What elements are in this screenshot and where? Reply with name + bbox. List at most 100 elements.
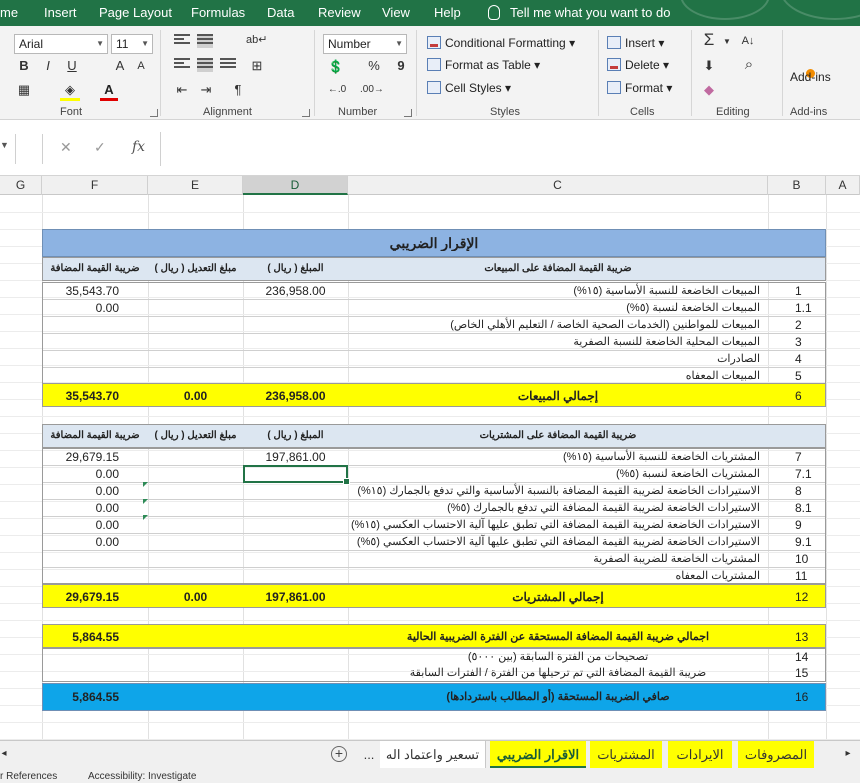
tab-home[interactable]: me bbox=[0, 0, 18, 26]
group-label-number: Number bbox=[338, 106, 378, 118]
error-indicator[interactable] bbox=[143, 515, 148, 520]
tab-help[interactable]: Help bbox=[434, 0, 461, 26]
font-name-value: Arial bbox=[19, 37, 44, 51]
lightbulb-icon bbox=[488, 5, 500, 20]
worksheet-grid[interactable]: الإقرار الضريبي ضريبة القيمة المضافة مبل… bbox=[0, 195, 860, 740]
cancel-icon[interactable]: ✕ bbox=[60, 139, 72, 156]
tab-view[interactable]: View bbox=[382, 0, 410, 26]
grow-font-button[interactable]: A bbox=[112, 57, 128, 77]
text-direction-icon[interactable]: ¶ bbox=[228, 81, 248, 101]
sales-total-amount: 236,958.00 bbox=[265, 389, 326, 403]
chevron-down-icon[interactable]: ▼ bbox=[722, 33, 732, 53]
tab-review[interactable]: Review bbox=[318, 0, 361, 26]
sheet-tab-expenses[interactable]: المصروفات bbox=[738, 741, 814, 768]
autosum-button[interactable]: Σ bbox=[700, 31, 718, 51]
gridline bbox=[0, 620, 860, 621]
tax-due-desc: اجمالي ضريبة القيمة المضافة المستحقة عن … bbox=[406, 631, 710, 643]
scroll-left-icon[interactable]: ◂ bbox=[0, 745, 8, 765]
font-color-icon[interactable]: A bbox=[100, 81, 118, 101]
sales-header-desc: ضريبة القيمة المضافة على المبيعات bbox=[484, 263, 632, 274]
percent-button[interactable]: % bbox=[366, 57, 382, 77]
alignment-dialog-launcher[interactable] bbox=[302, 109, 310, 117]
insert-function-icon[interactable]: fx bbox=[132, 139, 145, 155]
purchases-header-adjust: مبلغ التعديل ( ريال ) bbox=[154, 430, 237, 441]
insert-cells-button[interactable]: Insert ▾ bbox=[607, 34, 664, 52]
status-accessibility[interactable]: Accessibility: Investigate bbox=[88, 771, 196, 782]
sales-row-table-box bbox=[42, 282, 826, 384]
tab-page-layout[interactable]: Page Layout bbox=[99, 0, 172, 26]
fill-down-icon[interactable]: ⬇ bbox=[700, 57, 718, 77]
cell-styles-label: Cell Styles bbox=[445, 81, 502, 95]
find-select-button[interactable]: ⌕ bbox=[740, 56, 758, 76]
formula-input[interactable] bbox=[160, 132, 860, 166]
format-cells-icon bbox=[607, 81, 621, 94]
selected-cell[interactable] bbox=[243, 465, 350, 485]
corrections-desc: تصحيحات من الفترة السابقة (بين ٥٠٠٠) bbox=[467, 651, 649, 663]
name-box-dropdown[interactable]: ▼ bbox=[0, 140, 9, 150]
align-left-icon[interactable] bbox=[174, 58, 190, 72]
more-sheets-button[interactable]: ... bbox=[358, 741, 380, 768]
addins-button[interactable]: Add-ins bbox=[790, 68, 831, 86]
borders-button[interactable]: ▦ bbox=[14, 81, 34, 101]
italic-button[interactable]: I bbox=[40, 57, 56, 77]
cell-styles-button[interactable]: Cell Styles ▾ bbox=[427, 79, 511, 97]
wrap-text-icon[interactable]: ab↵ bbox=[246, 31, 267, 51]
increase-decimal-icon[interactable]: ←.0 bbox=[326, 81, 348, 101]
purchases-total-tax: 29,679.15 bbox=[65, 590, 119, 604]
font-dialog-launcher[interactable] bbox=[150, 109, 158, 117]
bold-button[interactable]: B bbox=[16, 57, 32, 77]
align-right-icon[interactable] bbox=[220, 58, 236, 72]
purchases-header-amount: المبلغ ( ريال ) bbox=[267, 430, 324, 441]
merge-center-icon[interactable]: ⊞ bbox=[246, 57, 268, 77]
ribbon-tab-bar: me Insert Page Layout Formulas Data Revi… bbox=[0, 0, 860, 26]
sheet-tab-revenues[interactable]: الايرادات bbox=[668, 741, 732, 768]
decrease-indent-icon[interactable]: ⇤ bbox=[172, 81, 192, 101]
enter-icon[interactable]: ✓ bbox=[94, 139, 106, 156]
tab-insert[interactable]: Insert bbox=[44, 0, 77, 26]
number-dialog-launcher[interactable] bbox=[404, 109, 412, 117]
tab-formulas[interactable]: Formulas bbox=[191, 0, 245, 26]
ribbon: Arial ▼ 11 ▼ B I U A A ▦ ◈ A Font ab↵ ⊞ ⇤ … bbox=[0, 26, 860, 120]
status-references: r References bbox=[0, 771, 58, 782]
group-separator bbox=[314, 30, 315, 116]
carried-desc: ضريبة القيمة المضافة التي تم ترحيلها من … bbox=[409, 667, 707, 679]
column-header[interactable]: F bbox=[42, 176, 148, 195]
align-middle-icon[interactable] bbox=[197, 34, 213, 48]
font-name-combo[interactable]: Arial ▼ bbox=[14, 34, 108, 54]
shrink-font-button[interactable]: A bbox=[134, 57, 148, 77]
scroll-right-icon[interactable]: ▸ bbox=[842, 745, 854, 765]
column-header[interactable]: E bbox=[148, 176, 243, 195]
column-header[interactable]: C bbox=[348, 176, 768, 195]
decrease-decimal-icon[interactable]: .00→ bbox=[360, 81, 384, 101]
format-cells-button[interactable]: Format ▾ bbox=[607, 79, 672, 97]
align-center-icon[interactable] bbox=[197, 58, 213, 72]
column-header[interactable]: G bbox=[0, 176, 42, 195]
sheet-tab-purchases[interactable]: المشتريات bbox=[590, 741, 662, 768]
column-header[interactable]: A bbox=[826, 176, 860, 195]
add-sheet-button[interactable]: + bbox=[331, 746, 347, 762]
error-indicator[interactable] bbox=[143, 499, 148, 504]
fill-color-icon[interactable]: ◈ bbox=[60, 81, 80, 101]
sheet-tab-pricing[interactable]: تسعير واعتماد اله bbox=[380, 741, 486, 768]
tab-data[interactable]: Data bbox=[267, 0, 294, 26]
increase-indent-icon[interactable]: ⇥ bbox=[196, 81, 216, 101]
comma-style-button[interactable]: 9 bbox=[394, 57, 408, 77]
align-top-icon[interactable] bbox=[174, 34, 190, 48]
number-format-combo[interactable]: Number ▼ bbox=[323, 34, 407, 54]
clear-eraser-icon[interactable]: ◆ bbox=[700, 81, 718, 101]
delete-cells-button[interactable]: Delete ▾ bbox=[607, 56, 669, 74]
column-header[interactable]: B bbox=[768, 176, 826, 195]
conditional-formatting-button[interactable]: Conditional Formatting ▾ bbox=[427, 34, 575, 52]
underline-button[interactable]: U bbox=[64, 57, 80, 77]
sheet-tab-tax-return[interactable]: الاقرار الضريبي bbox=[490, 741, 586, 768]
tell-me-search[interactable]: Tell me what you want to do bbox=[488, 0, 670, 26]
sort-filter-button[interactable]: A↓ bbox=[738, 32, 758, 52]
column-header[interactable]: D bbox=[243, 176, 348, 195]
group-label-addins: Add-ins bbox=[790, 106, 828, 118]
format-as-table-button[interactable]: Format as Table ▾ bbox=[427, 56, 540, 74]
carried-no: 15 bbox=[795, 666, 809, 680]
font-size-combo[interactable]: 11 ▼ bbox=[111, 34, 153, 54]
error-indicator[interactable] bbox=[143, 482, 148, 487]
group-label-alignment: Alignment bbox=[203, 106, 252, 118]
currency-icon[interactable]: 💲 bbox=[326, 58, 346, 78]
